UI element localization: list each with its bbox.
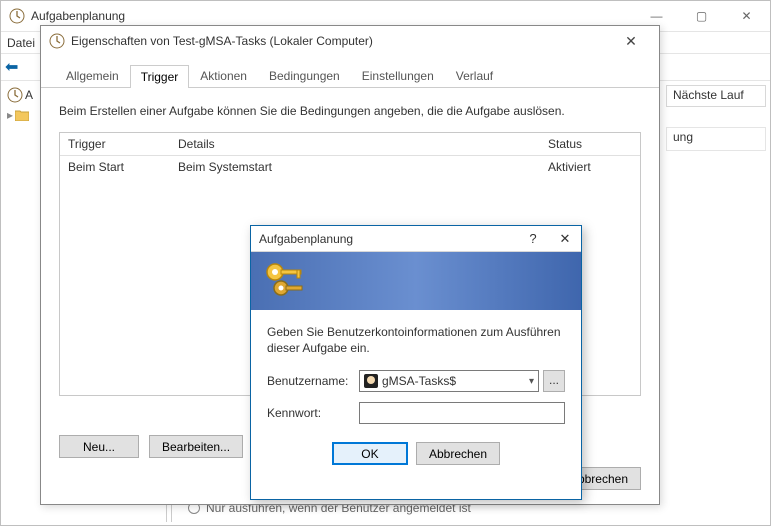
edit-button[interactable]: Bearbeiten...: [149, 435, 243, 458]
username-label: Benutzername:: [267, 374, 359, 388]
tab-strip: Allgemein Trigger Aktionen Bedingungen E…: [41, 64, 659, 88]
cred-body: Geben Sie Benutzerkontoinformationen zum…: [251, 310, 581, 479]
table-row[interactable]: Beim Start Beim Systemstart Aktiviert: [60, 156, 640, 178]
maximize-button[interactable]: ▢: [679, 2, 724, 30]
tree-header-label: A: [25, 88, 33, 102]
clock-icon: [9, 8, 25, 24]
table-header: Trigger Details Status: [60, 133, 640, 156]
right-column: Nächste Lauf ung: [666, 85, 766, 151]
tab-settings[interactable]: Einstellungen: [351, 64, 445, 87]
password-label: Kennwort:: [267, 406, 359, 420]
props-titlebar: Eigenschaften von Test-gMSA-Tasks (Lokal…: [41, 26, 659, 56]
cancel-button[interactable]: Abbrechen: [416, 442, 500, 465]
clock-icon: [7, 87, 23, 103]
keys-icon: [261, 258, 309, 304]
credentials-dialog: Aufgabenplanung ? ✕ Geben Sie Benutzerko…: [250, 225, 582, 500]
new-button[interactable]: Neu...: [59, 435, 139, 458]
tab-conditions[interactable]: Bedingungen: [258, 64, 351, 87]
chevron-down-icon: ▾: [529, 376, 534, 387]
tree-pane: A ▸: [5, 85, 33, 125]
chevron-right-icon: ▸: [7, 108, 13, 122]
back-arrow-icon[interactable]: ⬅: [5, 57, 25, 77]
close-button[interactable]: ✕: [611, 33, 651, 50]
cell-trigger: Beim Start: [60, 156, 170, 178]
cell-details: Beim Systemstart: [170, 156, 540, 178]
browse-user-button[interactable]: ...: [543, 370, 565, 392]
clock-icon: [49, 33, 65, 49]
tree-item[interactable]: ▸: [5, 105, 33, 125]
username-combo[interactable]: gMSA-Tasks$ ▾: [359, 370, 539, 392]
column-cell: ung: [666, 127, 766, 151]
cred-title: Aufgabenplanung: [259, 232, 353, 246]
cred-titlebar: Aufgabenplanung ? ✕: [251, 226, 581, 252]
main-title: Aufgabenplanung: [31, 9, 125, 23]
cred-message: Geben Sie Benutzerkontoinformationen zum…: [267, 324, 565, 356]
col-details[interactable]: Details: [170, 133, 540, 155]
menu-file[interactable]: Datei: [7, 36, 35, 50]
cell-status: Aktiviert: [540, 156, 640, 178]
tree-item[interactable]: A: [5, 85, 33, 105]
col-status[interactable]: Status: [540, 133, 640, 155]
cred-banner: [251, 252, 581, 310]
trigger-hint: Beim Erstellen einer Aufgabe können Sie …: [59, 104, 641, 118]
col-trigger[interactable]: Trigger: [60, 133, 170, 155]
avatar-icon: [364, 374, 378, 388]
help-button[interactable]: ?: [517, 231, 549, 247]
ok-button[interactable]: OK: [332, 442, 408, 465]
close-button[interactable]: ✕: [549, 231, 581, 247]
tab-history[interactable]: Verlauf: [445, 64, 504, 87]
tab-actions[interactable]: Aktionen: [189, 64, 258, 87]
folder-icon: [15, 109, 29, 121]
tab-trigger[interactable]: Trigger: [130, 65, 190, 88]
tab-general[interactable]: Allgemein: [55, 64, 130, 87]
username-value: gMSA-Tasks$: [382, 374, 456, 388]
column-header-next-run[interactable]: Nächste Lauf: [666, 85, 766, 107]
password-input[interactable]: [359, 402, 565, 424]
close-button[interactable]: ✕: [724, 2, 769, 30]
props-title: Eigenschaften von Test-gMSA-Tasks (Lokal…: [71, 34, 373, 48]
